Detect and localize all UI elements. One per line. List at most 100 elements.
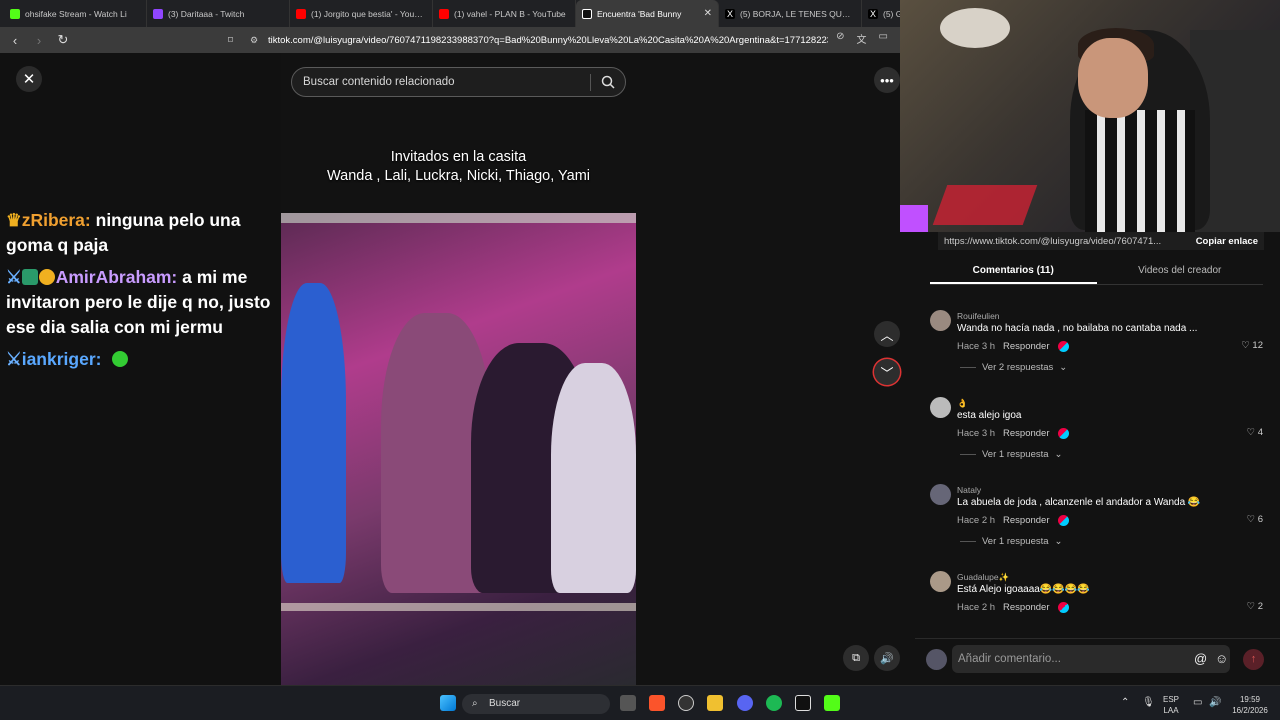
- bookmark-icon[interactable]: ⌑: [228, 35, 233, 46]
- url-text[interactable]: tiktok.com/@luisyugra/video/760747119823…: [268, 35, 828, 46]
- avatar[interactable]: [930, 484, 951, 505]
- crown-badge-icon: ♛: [6, 210, 22, 230]
- sword-badge-icon: ⚔: [6, 267, 22, 287]
- reply-button[interactable]: Responder: [1003, 341, 1049, 352]
- previous-video-button[interactable]: ︿: [874, 321, 900, 347]
- pip-icon: ⧉: [852, 651, 860, 664]
- avatar[interactable]: [930, 310, 951, 331]
- task-view-icon[interactable]: [620, 695, 636, 711]
- volume-icon[interactable]: 🔊: [1209, 697, 1221, 708]
- rank-badge-icon: [38, 269, 55, 285]
- microphone-icon[interactable]: 🎙: [1142, 697, 1155, 708]
- brave-icon[interactable]: [649, 695, 665, 711]
- like-button[interactable]: ♡ 2: [1247, 601, 1263, 612]
- browser-tab-tiktok[interactable]: Encuentra 'Bad Bunny ✕: [576, 0, 719, 27]
- related-search-input[interactable]: Buscar contenido relacionado: [291, 67, 626, 97]
- clock[interactable]: 19:59 16/2/2026: [1226, 694, 1274, 716]
- like-count: 12: [1252, 340, 1263, 351]
- comment-item: 👌 esta alejo igoa Hace 3 h Responder ♡ 4 …: [930, 397, 1265, 467]
- reply-button[interactable]: Responder: [1003, 428, 1049, 439]
- translate-icon[interactable]: 文: [857, 31, 867, 46]
- like-button[interactable]: ♡ 6: [1247, 514, 1263, 525]
- back-icon[interactable]: ‹: [8, 33, 22, 48]
- chat-username: zRibera:: [21, 210, 91, 230]
- reply-button[interactable]: Responder: [1003, 602, 1049, 613]
- comment-time: Hace 2 h: [957, 515, 996, 526]
- comment-text: La abuela de joda , alcanzenle el andado…: [957, 497, 1201, 508]
- reply-button[interactable]: Responder: [1003, 515, 1049, 526]
- avatar[interactable]: [930, 397, 951, 418]
- chat-username: iankriger:: [21, 349, 102, 369]
- emote-icon: [112, 351, 129, 367]
- language-label: ESP: [1163, 695, 1180, 704]
- like-count: 6: [1257, 514, 1263, 525]
- chevron-up-icon[interactable]: ⌃: [1121, 697, 1129, 708]
- address-bar[interactable]: ⌑ ⚙ tiktok.com/@luisyugra/video/76074711…: [228, 31, 896, 49]
- spotify-icon[interactable]: [766, 695, 782, 711]
- creator-like-icon: [1057, 515, 1069, 526]
- taskbar-search[interactable]: ⌕ Buscar: [462, 694, 610, 714]
- view-replies-button[interactable]: Ver 1 respuesta ⌄: [960, 536, 1063, 547]
- comment-author[interactable]: Nataly: [957, 485, 981, 495]
- comment-item: Guadalupe✨ Está Alejo igoaaaa😂😂😂😂 Hace 2…: [930, 571, 1265, 621]
- chevron-down-icon: ⌄: [1059, 362, 1068, 373]
- tab-creator-videos[interactable]: Videos del creador: [1097, 260, 1264, 284]
- comment-author[interactable]: Guadalupe✨: [957, 572, 1009, 583]
- site-info-icon[interactable]: ⚙: [250, 35, 258, 46]
- tab-comments[interactable]: Comentarios (11): [930, 260, 1097, 284]
- taskbar: ⌕ Buscar ⌃ 🎙 ESP LAA ▭ 🔊 19:59 16/2/2026: [0, 685, 1280, 720]
- volume-button[interactable]: 🔊: [874, 645, 900, 671]
- browser-tab-x-1[interactable]: X(5) BORJA, LE TENES QUE PEGA: [719, 0, 862, 27]
- share-link[interactable]: https://www.tiktok.com/@luisyugra/video/…: [944, 236, 1161, 247]
- browser-tab-twitch[interactable]: (3) Daritaaa - Twitch: [147, 0, 290, 27]
- discord-icon[interactable]: [737, 695, 753, 711]
- mention-icon[interactable]: @: [1194, 651, 1207, 666]
- creator-like-icon: [1057, 341, 1069, 352]
- chat-message: ♛zRibera: ninguna pelo una goma q paja: [6, 208, 276, 258]
- add-comment-input[interactable]: Añadir comentario...: [952, 645, 1230, 673]
- language-indicator[interactable]: ESP LAA: [1163, 694, 1179, 716]
- close-viewer-button[interactable]: ✕: [16, 66, 42, 92]
- search-icon[interactable]: [601, 75, 615, 92]
- caption-line: Wanda , Lali, Luckra, Nicki, Thiago, Yam…: [327, 168, 590, 184]
- arrow-up-icon: ↑: [1250, 653, 1257, 665]
- app-icon[interactable]: [795, 695, 811, 711]
- like-button[interactable]: ♡ 12: [1241, 340, 1263, 351]
- emoji-icon[interactable]: ☺: [1215, 651, 1228, 666]
- close-tab-icon[interactable]: ✕: [704, 8, 712, 19]
- next-video-button[interactable]: ﹀: [874, 359, 900, 385]
- view-replies-button[interactable]: Ver 1 respuesta ⌄: [960, 449, 1063, 460]
- view-replies-button[interactable]: Ver 2 respuestas ⌄: [960, 362, 1067, 373]
- reload-icon[interactable]: ↻: [56, 32, 70, 48]
- copy-link-button[interactable]: Copiar enlace: [1196, 236, 1258, 247]
- send-button[interactable]: ↑: [1243, 649, 1264, 670]
- translate-off-icon[interactable]: ⊘: [836, 31, 844, 46]
- obs-icon[interactable]: [678, 695, 694, 711]
- forward-icon[interactable]: ›: [32, 33, 46, 48]
- pip-button[interactable]: ⧉: [843, 645, 869, 671]
- cast-icon[interactable]: ▭: [879, 31, 888, 46]
- youtube-icon: [296, 8, 306, 19]
- chat-username: AmirAbraham:: [55, 267, 178, 287]
- kick-icon[interactable]: [824, 695, 840, 711]
- youtube-icon: [439, 8, 449, 19]
- chat-message: ⚔ AmirAbraham: a mi me invitaron pero le …: [6, 265, 276, 340]
- comment-author[interactable]: 👌: [957, 398, 968, 409]
- view-replies-label: Ver 1 respuesta: [982, 536, 1049, 547]
- x-logo-icon: X: [868, 8, 878, 19]
- windows-start-icon[interactable]: [440, 695, 456, 711]
- comment-author[interactable]: Rouifeulien: [957, 311, 1000, 321]
- taskbar-search-label: Buscar: [489, 698, 521, 709]
- more-options-button[interactable]: •••: [874, 67, 900, 93]
- like-button[interactable]: ♡ 4: [1247, 427, 1263, 438]
- folder-icon[interactable]: [707, 695, 723, 711]
- network-icon[interactable]: ▭: [1193, 697, 1202, 708]
- like-count: 4: [1257, 427, 1263, 438]
- browser-tab-youtube-1[interactable]: (1) Jorgito que bestia' - YouTub: [290, 0, 433, 27]
- view-replies-label: Ver 2 respuestas: [982, 362, 1054, 373]
- stream-chat: ♛zRibera: ninguna pelo una goma q paja ⚔…: [6, 208, 276, 379]
- browser-tab-kick[interactable]: ohsifake Stream - Watch Li: [4, 0, 147, 27]
- avatar: [926, 649, 947, 670]
- avatar[interactable]: [930, 571, 951, 592]
- browser-tab-youtube-2[interactable]: (1) vahel - PLAN B - YouTube: [433, 0, 576, 27]
